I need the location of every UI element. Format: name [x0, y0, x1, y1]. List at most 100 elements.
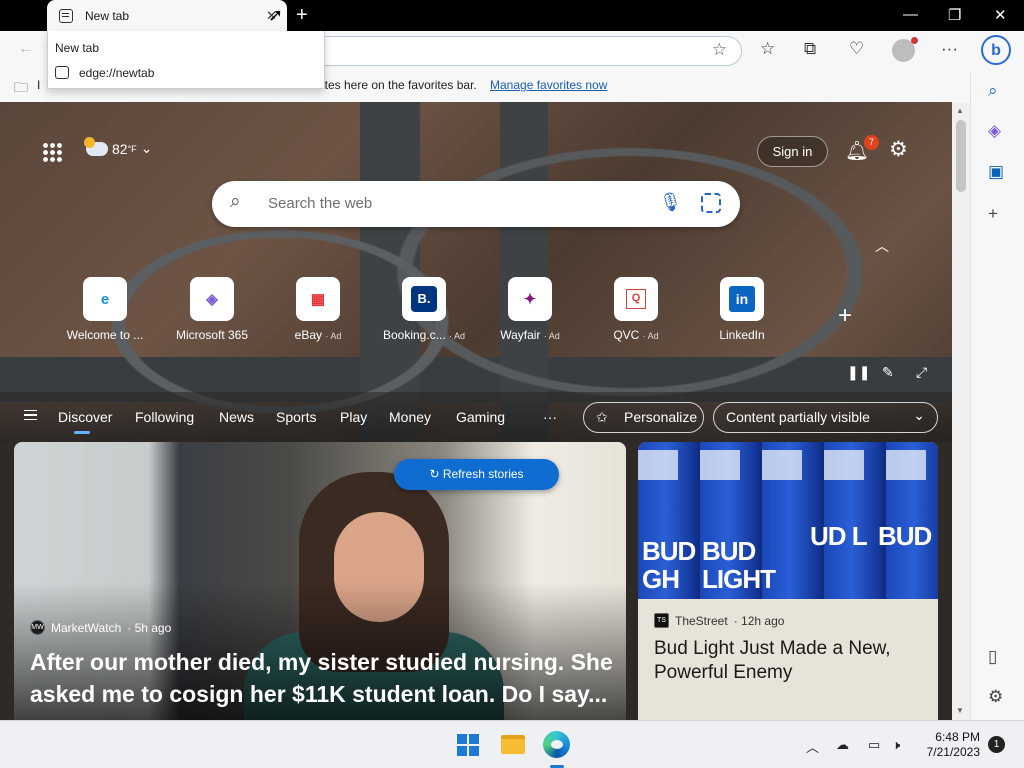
- story-source[interactable]: TS TheStreet · 12h ago: [654, 613, 784, 628]
- fullscreen-expand-icon[interactable]: ⤢: [916, 364, 927, 381]
- web-search-box[interactable]: ⌕ Search the web 🎙︎: [212, 181, 740, 227]
- tab-page-icon: [59, 8, 73, 23]
- volume-icon[interactable]: 🕨: [892, 737, 900, 753]
- sign-in-button[interactable]: Sign in: [757, 136, 828, 167]
- browser-essentials-icon[interactable]: ♡: [849, 39, 864, 59]
- tab-new-tab[interactable]: New tab ✕: [47, 0, 287, 31]
- windows-start-icon[interactable]: [457, 734, 479, 756]
- scroll-up-arrow-icon[interactable]: ▲: [956, 106, 964, 115]
- app-launcher-icon[interactable]: [42, 142, 62, 162]
- personalize-button[interactable]: ✩ Personalize: [583, 402, 704, 433]
- refresh-label: Refresh stories: [442, 467, 524, 481]
- close-window-button[interactable]: ✕: [994, 6, 1007, 24]
- search-icon[interactable]: ⌕: [988, 81, 998, 101]
- quick-link-welcome[interactable]: e Welcome to ...: [55, 277, 155, 342]
- marketwatch-logo-icon: MW: [30, 620, 45, 635]
- hamburger-menu-icon[interactable]: [24, 410, 37, 420]
- scroll-down-arrow-icon[interactable]: ▼: [956, 706, 964, 715]
- search-placeholder: Search the web: [268, 195, 373, 212]
- wayfair-icon: ✦: [508, 277, 552, 321]
- collapse-quick-links-chevron-icon[interactable]: ︿: [875, 236, 889, 256]
- add-favorite-star-icon[interactable]: ☆: [712, 40, 727, 60]
- feed-nav-bar: Discover Following News Sports Play Mone…: [0, 392, 952, 442]
- m365-icon[interactable]: ◈: [988, 121, 1001, 141]
- tab-following[interactable]: Following: [135, 409, 194, 425]
- story-source[interactable]: MW MarketWatch · 5h ago: [30, 620, 171, 635]
- page-settings-gear-icon[interactable]: ⚙: [889, 137, 908, 162]
- hover-card-title: New tab: [55, 41, 100, 55]
- new-tab-button[interactable]: +: [296, 4, 308, 27]
- content-visibility-dropdown[interactable]: Content partially visible ⌄: [713, 402, 938, 433]
- manage-favorites-link[interactable]: Manage favorites now: [490, 78, 607, 92]
- system-clock[interactable]: 6:48 PM 7/21/2023: [922, 730, 980, 760]
- refresh-stories-button[interactable]: ↻ Refresh stories: [394, 459, 559, 490]
- more-tabs-button[interactable]: ···: [543, 409, 557, 425]
- title-bar: New tab ✕ + — ❐ ✕: [0, 0, 1024, 31]
- quick-link-wayfair[interactable]: ✦ Wayfair · Ad: [480, 277, 580, 342]
- hide-sidebar-icon[interactable]: ▯: [988, 647, 997, 667]
- quick-link-ebay[interactable]: ▦ eBay · Ad: [268, 277, 368, 342]
- outlook-icon[interactable]: ▣: [988, 162, 1004, 182]
- profile-avatar[interactable]: [892, 37, 918, 62]
- ad-label: · Ad: [325, 331, 342, 341]
- clock-time: 6:48 PM: [935, 730, 980, 744]
- notification-center-badge[interactable]: 1: [988, 736, 1005, 753]
- edge-icon: e: [83, 277, 127, 321]
- personalize-star-icon: ✩: [596, 409, 608, 425]
- feed-card-side[interactable]: BUD GH BUD LIGHT UD L BUD TS TheStreet · 12…: [638, 442, 938, 720]
- quick-link-linkedin[interactable]: in LinkedIn: [692, 277, 792, 342]
- quick-link-label: Welcome to ...: [66, 328, 144, 342]
- quick-link-label: LinkedIn: [719, 328, 765, 342]
- pause-background-icon[interactable]: ❚❚: [847, 364, 870, 381]
- windows-taskbar: ︿ ☁ ▭ 🕨 6:48 PM 7/21/2023 1: [0, 720, 1024, 768]
- booking-icon: B.: [402, 277, 446, 321]
- sidebar-settings-gear-icon[interactable]: ⚙: [988, 687, 1003, 707]
- edit-background-icon[interactable]: ✎: [882, 364, 894, 381]
- back-arrow-icon[interactable]: ←: [18, 40, 34, 58]
- tab-title: New tab: [85, 8, 130, 23]
- tab-sports[interactable]: Sports: [276, 409, 316, 425]
- quick-link-microsoft365[interactable]: ◈ Microsoft 365: [162, 277, 262, 342]
- more-menu-icon[interactable]: ···: [941, 39, 958, 59]
- quick-link-label: Wayfair: [500, 328, 541, 342]
- quick-link-booking[interactable]: B. Booking.c... · Ad: [374, 277, 474, 342]
- collections-icon[interactable]: ⧉: [804, 39, 816, 59]
- story-image-shape: UD L: [810, 521, 868, 551]
- story-headline[interactable]: Bud Light Just Made a New, Powerful Enem…: [654, 637, 929, 685]
- tab-news[interactable]: News: [219, 409, 254, 425]
- microphone-icon[interactable]: 🎙︎: [659, 192, 682, 213]
- scrollbar-thumb[interactable]: [956, 120, 966, 192]
- visual-search-icon[interactable]: [701, 193, 721, 213]
- story-image-shape: BUD GH: [642, 536, 696, 594]
- mouse-cursor-icon: ➚: [268, 5, 284, 25]
- file-explorer-icon[interactable]: [501, 735, 525, 754]
- page-scrollbar[interactable]: ▲ ▼: [952, 102, 970, 720]
- add-shortcut-plus-icon[interactable]: +: [838, 302, 852, 330]
- network-icon[interactable]: ▭: [868, 737, 880, 753]
- notification-count-badge: 7: [864, 135, 879, 150]
- add-app-plus-icon[interactable]: +: [988, 204, 998, 224]
- tab-play[interactable]: Play: [340, 409, 367, 425]
- qvc-icon: Q: [614, 277, 658, 321]
- favorites-folder-icon: 🗀: [14, 79, 28, 95]
- show-hidden-icons-chevron-icon[interactable]: ︿: [806, 737, 819, 756]
- ad-label: · Ad: [449, 331, 466, 341]
- partly-cloudy-icon: [84, 136, 108, 156]
- quick-link-qvc[interactable]: Q QVC · Ad: [586, 277, 686, 342]
- ad-label: · Ad: [543, 331, 560, 341]
- story-headline[interactable]: After our mother died, my sister studied…: [30, 646, 620, 710]
- feed-card-main[interactable]: ↻ Refresh stories MW MarketWatch · 5h ago…: [14, 442, 626, 720]
- minimize-button[interactable]: —: [903, 6, 918, 23]
- tab-gaming[interactable]: Gaming: [456, 409, 505, 425]
- address-bar[interactable]: ☆: [300, 36, 742, 66]
- tab-discover[interactable]: Discover: [58, 409, 112, 434]
- weather-widget[interactable]: 82 °F ⌄: [84, 136, 152, 157]
- tab-money[interactable]: Money: [389, 409, 431, 425]
- onedrive-cloud-icon[interactable]: ☁: [836, 737, 849, 753]
- bing-copilot-icon[interactable]: b: [981, 35, 1011, 65]
- edge-browser-icon[interactable]: [543, 731, 570, 758]
- maximize-button[interactable]: ❐: [948, 6, 961, 24]
- favorites-icon[interactable]: ☆: [760, 39, 775, 59]
- quick-link-label: QVC: [613, 328, 640, 342]
- quick-link-label: Microsoft 365: [175, 328, 249, 342]
